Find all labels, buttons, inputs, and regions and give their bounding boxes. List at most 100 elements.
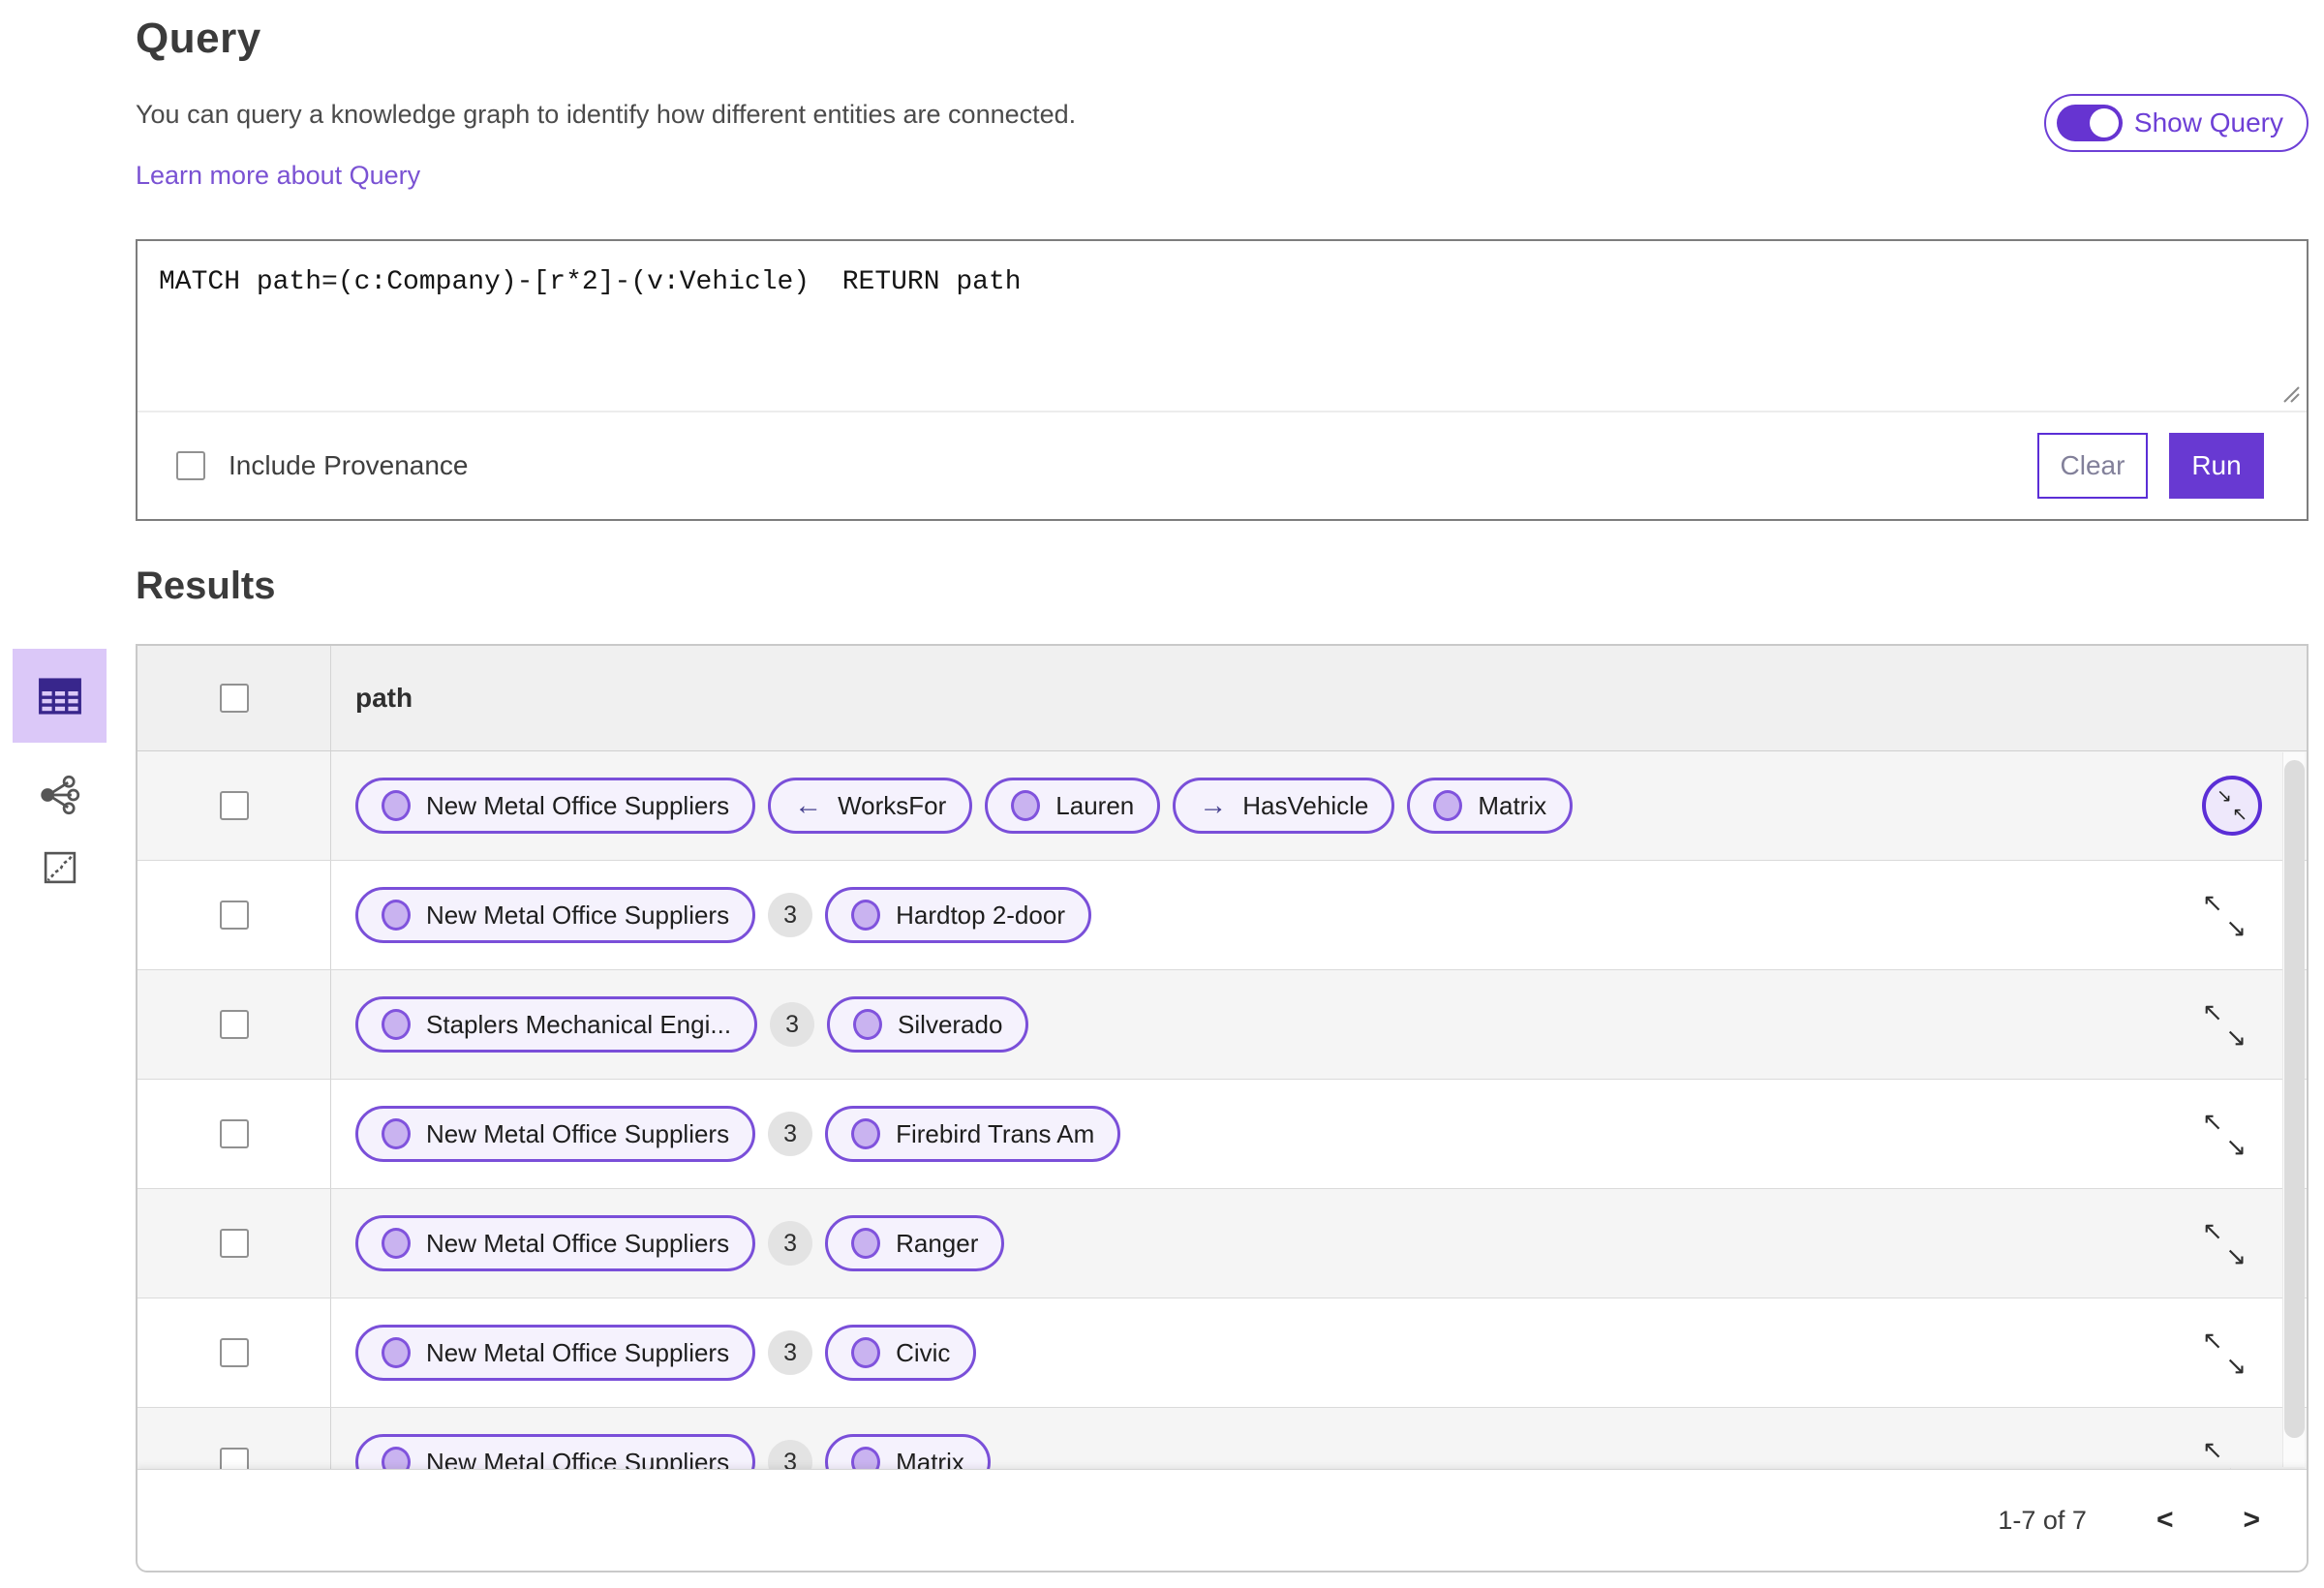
- arrow-right-icon: →: [1199, 789, 1228, 821]
- node-circle-icon: [851, 1228, 881, 1259]
- pill-label: New Metal Office Suppliers: [426, 1337, 730, 1367]
- node-circle-icon: [382, 1009, 411, 1040]
- map-icon: [44, 851, 76, 884]
- expand-row-button[interactable]: ↖↘: [2202, 1218, 2247, 1268]
- pill-label: New Metal Office Suppliers: [426, 790, 730, 820]
- graph-icon: [40, 775, 79, 815]
- pill-label: New Metal Office Suppliers: [426, 1228, 730, 1258]
- run-button[interactable]: Run: [2169, 433, 2264, 499]
- node-pill[interactable]: New Metal Office Suppliers: [355, 1325, 756, 1381]
- node-circle-icon: [382, 790, 411, 821]
- resize-handle-icon[interactable]: [2280, 383, 2302, 405]
- pill-label: Civic: [896, 1337, 951, 1367]
- node-pill[interactable]: Civic: [825, 1325, 977, 1381]
- pill-label: WorksFor: [838, 790, 947, 820]
- pill-label: Ranger: [896, 1228, 979, 1258]
- query-description: You can query a knowledge graph to ident…: [136, 100, 1077, 129]
- node-circle-icon: [851, 1118, 881, 1149]
- pill-label: Silverado: [898, 1009, 1003, 1039]
- row-checkbox[interactable]: [219, 901, 249, 930]
- select-all-checkbox[interactable]: [219, 684, 249, 713]
- include-provenance-label: Include Provenance: [229, 450, 469, 480]
- query-input[interactable]: MATCH path=(c:Company)-[r*2]-(v:Vehicle)…: [138, 241, 2307, 411]
- node-pill[interactable]: Firebird Trans Am: [825, 1106, 1121, 1162]
- node-circle-icon: [851, 900, 881, 931]
- collapsed-hops-count-badge[interactable]: 3: [768, 1221, 813, 1266]
- pagination-range-label: 1-7 of 7: [1998, 1505, 2087, 1535]
- table-row: Staplers Mechanical Engi... 3 Silverado ↖ ↘: [138, 970, 2307, 1080]
- node-pill[interactable]: Lauren: [985, 778, 1161, 834]
- collapse-row-button[interactable]: ↘ ↖: [2202, 776, 2262, 836]
- row-checkbox[interactable]: [219, 1229, 249, 1258]
- pagination-bar: 1-7 of 7 < >: [138, 1469, 2307, 1571]
- pill-label: Matrix: [1478, 790, 1547, 820]
- results-title: Results: [136, 565, 276, 607]
- pill-label: Staplers Mechanical Engi...: [426, 1009, 732, 1039]
- table-row: New Metal Office Suppliers 3 Civic ↖ ↘: [138, 1298, 2307, 1408]
- edge-pill[interactable]: → HasVehicle: [1173, 778, 1395, 834]
- row-checkbox[interactable]: [219, 1338, 249, 1367]
- view-switcher-rail: [13, 649, 107, 888]
- show-query-toggle[interactable]: Show Query: [2043, 94, 2309, 152]
- expand-row-button[interactable]: ↖↘: [2202, 1328, 2247, 1378]
- arrow-left-icon: ←: [794, 789, 823, 821]
- node-circle-icon: [853, 1009, 883, 1040]
- results-table: path New Metal Office Suppliers ← WorksFor…: [136, 644, 2309, 1573]
- collapsed-hops-count-badge[interactable]: 3: [770, 1002, 815, 1047]
- row-checkbox[interactable]: [219, 1010, 249, 1039]
- pill-label: New Metal Office Suppliers: [426, 900, 730, 930]
- node-pill[interactable]: New Metal Office Suppliers: [355, 887, 756, 943]
- path-column-header: path: [355, 683, 413, 713]
- include-provenance-checkbox[interactable]: [176, 451, 205, 480]
- node-pill[interactable]: Hardtop 2-door: [825, 887, 1091, 943]
- table-row: New Metal Office Suppliers ← WorksFor Laure…: [138, 751, 2307, 861]
- table-row: New Metal Office Suppliers 3 Firebird Tran…: [138, 1080, 2307, 1189]
- pill-label: HasVehicle: [1242, 790, 1369, 820]
- expand-row-button[interactable]: ↖↘: [2202, 890, 2247, 940]
- pill-label: Firebird Trans Am: [896, 1118, 1095, 1148]
- collapsed-hops-count-badge[interactable]: 3: [768, 1112, 813, 1156]
- node-pill[interactable]: New Metal Office Suppliers: [355, 1106, 756, 1162]
- learn-more-link[interactable]: Learn more about Query: [136, 161, 420, 191]
- table-row: New Metal Office Suppliers 3 Ranger ↖ ↘: [138, 1189, 2307, 1298]
- pill-label: New Metal Office Suppliers: [426, 1118, 730, 1148]
- table-row: New Metal Office Suppliers 3 Hardtop 2-doo…: [138, 861, 2307, 970]
- node-pill[interactable]: New Metal Office Suppliers: [355, 778, 756, 834]
- node-pill[interactable]: Staplers Mechanical Engi...: [355, 996, 758, 1053]
- table-icon: [38, 677, 81, 715]
- query-editor-panel: MATCH path=(c:Company)-[r*2]-(v:Vehicle)…: [136, 239, 2309, 521]
- node-circle-icon: [382, 1337, 411, 1368]
- collapsed-hops-count-badge[interactable]: 3: [768, 893, 813, 937]
- node-circle-icon: [382, 1228, 411, 1259]
- node-circle-icon: [382, 900, 411, 931]
- edge-pill[interactable]: ← WorksFor: [768, 778, 973, 834]
- node-circle-icon: [382, 1118, 411, 1149]
- node-pill[interactable]: Silverado: [827, 996, 1029, 1053]
- next-page-button[interactable]: >: [2243, 1504, 2260, 1537]
- node-pill[interactable]: Matrix: [1407, 778, 1574, 834]
- vertical-scrollbar[interactable]: [2282, 752, 2305, 1467]
- table-header-row: path: [138, 646, 2307, 751]
- main-content: Query You can query a knowledge graph to…: [136, 0, 2309, 1573]
- node-pill[interactable]: New Metal Office Suppliers: [355, 1215, 756, 1271]
- pill-label: Hardtop 2-door: [896, 900, 1065, 930]
- toggle-switch-icon[interactable]: [2056, 105, 2123, 141]
- expand-row-button[interactable]: ↖↘: [2202, 1109, 2247, 1159]
- node-circle-icon: [1433, 790, 1463, 821]
- node-pill[interactable]: Ranger: [825, 1215, 1005, 1271]
- pill-label: Lauren: [1055, 790, 1135, 820]
- scrollbar-thumb[interactable]: [2284, 760, 2305, 1438]
- node-circle-icon: [851, 1337, 881, 1368]
- page-title: Query: [136, 15, 261, 62]
- row-checkbox[interactable]: [219, 791, 249, 820]
- graph-view-button[interactable]: [39, 774, 81, 816]
- row-checkbox[interactable]: [219, 1119, 249, 1148]
- node-circle-icon: [1011, 790, 1041, 821]
- previous-page-button[interactable]: <: [2156, 1504, 2174, 1537]
- clear-button[interactable]: Clear: [2037, 433, 2148, 499]
- table-view-button[interactable]: [13, 649, 107, 743]
- table-body: New Metal Office Suppliers ← WorksFor Laure…: [138, 751, 2307, 1517]
- map-view-button[interactable]: [40, 847, 80, 888]
- collapsed-hops-count-badge[interactable]: 3: [768, 1330, 813, 1375]
- expand-row-button[interactable]: ↖↘: [2202, 999, 2247, 1050]
